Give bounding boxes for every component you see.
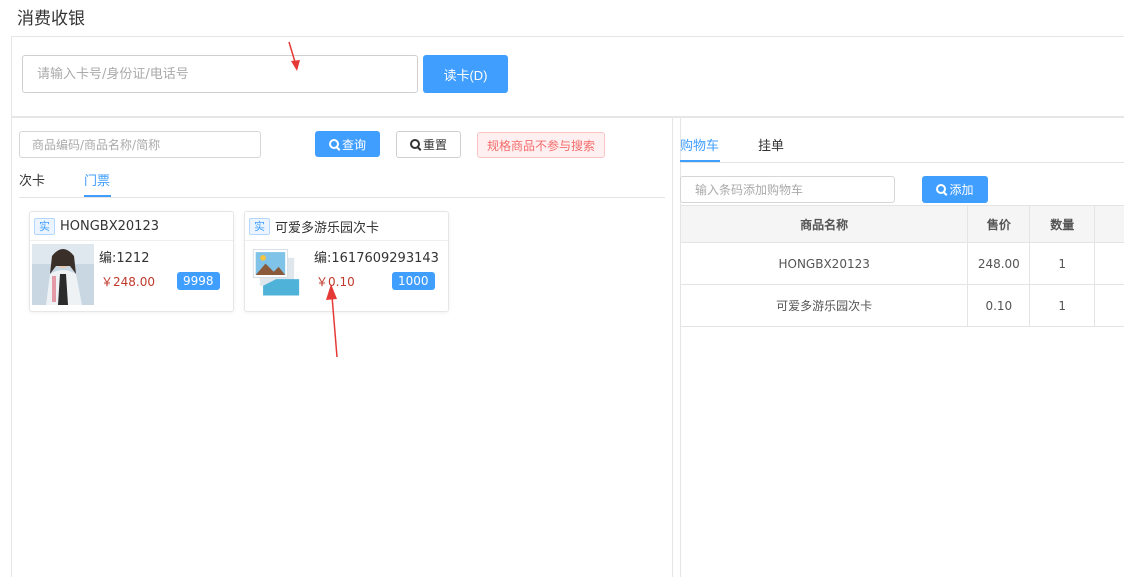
product-card[interactable]: 实 可爱多游乐园次卡 编:1617609293143 ￥0.10 1000	[244, 211, 449, 312]
cart-item-price: 0.10	[967, 284, 1031, 327]
table-row[interactable]: 可爱多游乐园次卡 0.10 1	[679, 284, 1124, 327]
product-name: 可爱多游乐园次卡	[275, 220, 380, 236]
column-header-price: 售价	[967, 205, 1031, 243]
product-code: 编:1617609293143	[314, 251, 439, 266]
query-button-label: 查询	[341, 137, 366, 152]
tab-cart[interactable]: 购物车	[680, 135, 719, 154]
annotation-arrow	[326, 284, 338, 358]
reset-button[interactable]: 重置	[396, 131, 461, 158]
tab-ticket[interactable]: 门票	[84, 170, 110, 189]
add-button-label: 添加	[949, 183, 974, 197]
cart-item-name: 可爱多游乐园次卡	[679, 284, 969, 327]
table-row[interactable]: HONGBX20123 248.00 1	[679, 242, 1124, 285]
cart-table: 商品名称 售价 数量 HONGBX20123 248.00 1 可爱多游乐园次卡…	[679, 205, 1124, 327]
cart-item-name: HONGBX20123	[679, 242, 969, 285]
query-button[interactable]: 查询	[315, 131, 380, 157]
product-price: ￥248.00	[101, 275, 155, 289]
card-number-input[interactable]	[22, 55, 418, 93]
tab-hold-order[interactable]: 挂单	[758, 135, 784, 154]
cart-item-price: 248.00	[967, 242, 1031, 285]
column-header-name: 商品名称	[679, 205, 969, 243]
tab-card[interactable]: 次卡	[19, 170, 45, 189]
search-icon	[409, 139, 421, 150]
spec-notice-tag: 规格商品不参与搜索	[477, 132, 606, 158]
reset-button-label: 重置	[422, 138, 447, 152]
product-name: HONGBX20123	[60, 218, 159, 234]
page-title: 消费收银	[17, 9, 85, 29]
product-search-input[interactable]	[19, 131, 261, 158]
product-stock-badge: 9998	[177, 272, 220, 290]
column-header-extra	[1094, 205, 1124, 243]
barcode-add-input[interactable]	[680, 176, 895, 203]
add-to-cart-button[interactable]: 添加	[922, 176, 988, 203]
annotation-arrow	[288, 41, 300, 71]
left-tabs-divider	[19, 197, 665, 198]
cart-item-qty[interactable]: 1	[1029, 284, 1096, 327]
product-stock-badge: 1000	[392, 272, 435, 290]
product-code: 编:1212	[99, 251, 150, 266]
right-tabs-divider	[680, 162, 1124, 163]
product-photo	[32, 244, 94, 305]
read-card-button[interactable]: 读卡(D)	[423, 55, 508, 93]
search-icon	[328, 138, 340, 150]
product-card[interactable]: 实 HONGBX20123 编:1212 ￥248.00 9998	[29, 211, 234, 312]
placeholder-picture-icon	[252, 249, 300, 296]
product-type-tag: 实	[249, 217, 270, 235]
column-header-qty: 数量	[1029, 205, 1096, 243]
search-icon	[936, 184, 947, 195]
cart-item-qty[interactable]: 1	[1029, 242, 1096, 285]
product-type-tag: 实	[34, 217, 55, 235]
